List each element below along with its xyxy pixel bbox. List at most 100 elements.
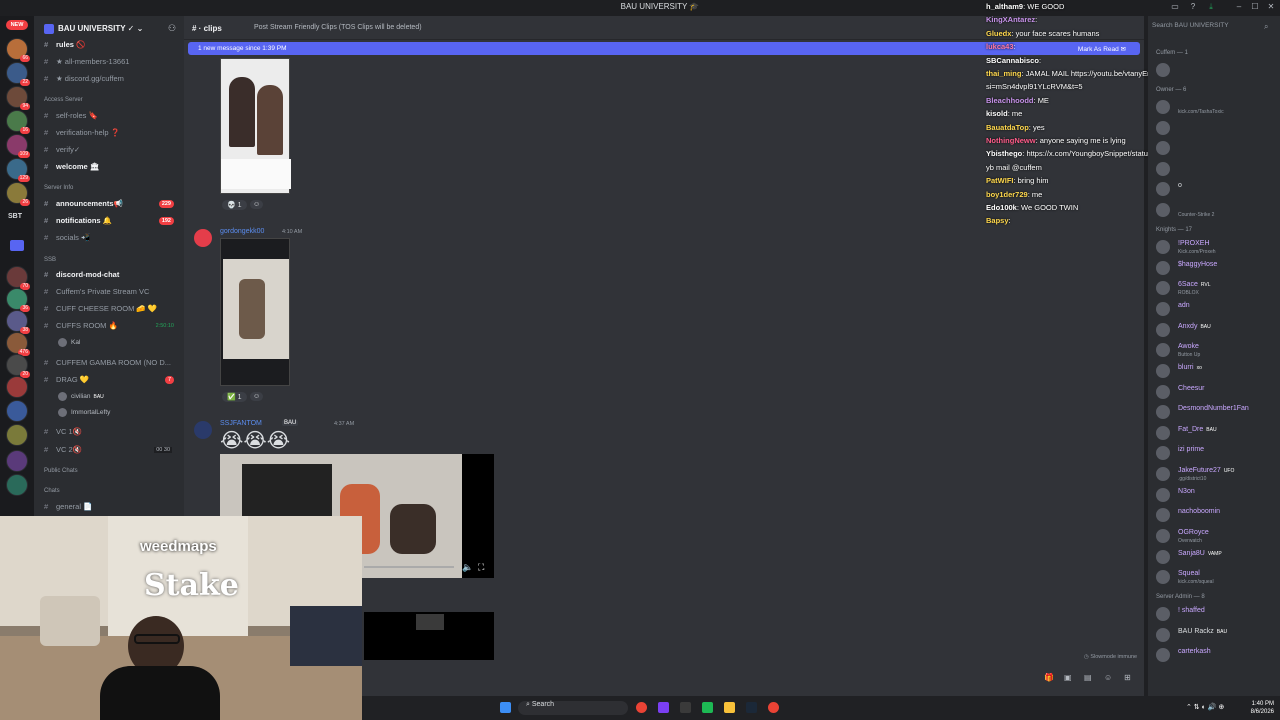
gift-icon[interactable]: 🎁 — [1044, 673, 1054, 682]
channel-category[interactable]: Public Chats — [44, 468, 78, 474]
member-item[interactable]: !PROXEH Kick.com/Proxeh — [1156, 239, 1278, 257]
server-icon[interactable]: 16 — [6, 110, 30, 134]
voice-user[interactable]: civilian BAU — [58, 392, 104, 401]
server-icon[interactable]: 38 — [6, 310, 30, 334]
channel-item[interactable]: # CUFFEM GAMBA ROOM (NO D... — [44, 358, 178, 372]
channel-item[interactable]: # announcements📢 229 — [44, 199, 178, 213]
channel-item[interactable]: # rules 🚫 — [44, 40, 178, 54]
channel-category[interactable]: SSB — [44, 257, 56, 263]
sticker-icon[interactable]: ▤ — [1084, 673, 1092, 682]
member-item[interactable]: JakeFuture27 UFO .gg/district10 — [1156, 466, 1278, 484]
channel-item[interactable]: # socials 📲 — [44, 233, 178, 247]
avatar[interactable] — [194, 229, 212, 247]
chrome-icon[interactable] — [636, 702, 647, 713]
emoji-icon[interactable]: ☺ — [1104, 673, 1112, 682]
channel-item[interactable]: # ★ all-members-13661 — [44, 57, 178, 71]
voice-user[interactable]: ImmortalLefty — [58, 408, 110, 417]
member-item[interactable]: Sanja8U VAMP — [1156, 549, 1278, 567]
video-player-2[interactable] — [364, 612, 494, 660]
channel-item[interactable]: # VC 1🔇 — [44, 427, 178, 441]
server-icon[interactable]: 22 — [6, 62, 30, 86]
member-item[interactable] — [1156, 161, 1278, 179]
server-icon[interactable]: 109 — [6, 134, 30, 158]
member-item[interactable] — [1156, 140, 1278, 158]
maximize-icon[interactable]: ☐ — [1248, 2, 1262, 14]
minimize-icon[interactable]: – — [1232, 2, 1246, 14]
steam-icon[interactable] — [746, 702, 757, 713]
fullscreen-icon[interactable]: ⛶ — [478, 562, 484, 573]
reaction-check[interactable]: ✅ 1 — [222, 392, 247, 402]
member-item[interactable]: ! shaffed — [1156, 606, 1278, 624]
member-item[interactable]: adn — [1156, 301, 1278, 319]
server-name[interactable]: BAU UNIVERSITY ✓ ⌄ — [58, 24, 143, 33]
channel-item[interactable]: # Cuffem's Private Stream VC — [44, 287, 178, 301]
channel-item[interactable]: # self-roles 🔖 — [44, 111, 178, 125]
member-item[interactable]: Squeal kick.com/squeal — [1156, 569, 1278, 587]
server-sbt[interactable]: SBT — [8, 213, 22, 220]
volume-icon[interactable]: 🔈 — [462, 562, 473, 573]
folder-icon[interactable] — [724, 702, 735, 713]
member-item[interactable]: Counter-Strike 2 — [1156, 202, 1278, 220]
apps-icon[interactable]: ⊞ — [1124, 673, 1131, 682]
member-item[interactable]: o — [1156, 181, 1278, 199]
server-icon[interactable]: 36 — [6, 288, 30, 312]
channel-category[interactable]: Server Info — [44, 185, 73, 191]
channel-item[interactable]: # CUFF CHEESE ROOM 🧀 💛 — [44, 304, 178, 318]
member-item[interactable]: carterkash — [1156, 647, 1278, 665]
member-item[interactable]: izi prime — [1156, 445, 1278, 463]
member-item[interactable]: nachoboomin — [1156, 507, 1278, 525]
channel-item[interactable]: # CUFFS ROOM 🔥 2:50:10 — [44, 321, 178, 335]
add-reaction-icon[interactable]: ☺ — [250, 392, 264, 401]
member-item[interactable]: DesmondNumber1Fan — [1156, 404, 1278, 422]
member-item[interactable]: N3on — [1156, 487, 1278, 505]
app-icon[interactable] — [702, 702, 713, 713]
server-icon[interactable]: 70 — [6, 266, 30, 290]
tray-icons[interactable]: ⌃ ⇅ ◐ 🔊 ⊕ — [1186, 703, 1224, 711]
member-item[interactable]: blurri xo — [1156, 363, 1278, 381]
server-icon[interactable]: 129 — [6, 158, 30, 182]
clock[interactable]: 1:40 PM 8/6/2026 — [1238, 700, 1274, 716]
server-icon[interactable] — [6, 424, 28, 446]
server-icon[interactable]: 476 — [6, 332, 30, 356]
member-item[interactable]: kick.com/TashaToxic — [1156, 99, 1278, 117]
server-icon[interactable]: 94 — [6, 86, 30, 110]
member-item[interactable]: BAU Rackz BAU — [1156, 627, 1278, 645]
server-icon[interactable]: 26 — [6, 182, 30, 206]
channel-item[interactable]: # general 📄 — [44, 502, 178, 516]
server-icon[interactable] — [6, 450, 28, 472]
channel-category[interactable]: Chats — [44, 488, 60, 494]
message-author[interactable]: gordongekk00 — [220, 228, 264, 235]
folder-icon[interactable] — [10, 240, 24, 251]
member-item[interactable]: $haggyHose — [1156, 260, 1278, 278]
app-icon[interactable] — [658, 702, 669, 713]
member-item[interactable]: Fat_Dre BAU — [1156, 425, 1278, 443]
search-input[interactable]: Search BAU UNIVERSITY — [1152, 22, 1274, 34]
message-author[interactable]: SSJFANTOM — [220, 420, 262, 427]
close-icon[interactable]: ✕ — [1264, 2, 1278, 14]
member-item[interactable] — [1156, 62, 1278, 80]
gif-icon[interactable]: ▣ — [1064, 673, 1072, 682]
app-icon[interactable] — [680, 702, 691, 713]
server-icon[interactable]: 20 — [6, 354, 30, 378]
video-progress[interactable] — [364, 566, 454, 568]
member-item[interactable]: Awoke Button Up — [1156, 342, 1278, 360]
server-icon[interactable] — [6, 376, 28, 398]
member-item[interactable] — [1156, 120, 1278, 138]
server-icon[interactable] — [6, 474, 28, 496]
member-item[interactable]: 6Sace RVL ROBLOX — [1156, 280, 1278, 298]
channel-category[interactable]: Access Server — [44, 97, 83, 103]
member-item[interactable]: Cheesur — [1156, 384, 1278, 402]
server-icon[interactable] — [6, 400, 28, 422]
channel-item[interactable]: # verify✓ — [44, 145, 178, 159]
avatar[interactable] — [194, 421, 212, 439]
channel-item[interactable]: # notifications 🔔 192 — [44, 216, 178, 230]
channel-item[interactable]: # verification-help ❓ — [44, 128, 178, 142]
mark-as-read-button[interactable]: Mark As Read ✉ — [1078, 45, 1126, 53]
download-icon[interactable]: ⤓ — [1204, 2, 1218, 14]
message-input-bar[interactable] — [364, 668, 1144, 690]
chrome-icon[interactable] — [768, 702, 779, 713]
channel-item[interactable]: # VC 2🔇 00 30 — [44, 445, 178, 459]
reaction-skull[interactable]: 💀 1 — [222, 200, 247, 210]
channel-item[interactable]: # discord-mod-chat — [44, 270, 178, 284]
add-friend-icon[interactable]: ⚇ — [168, 23, 176, 34]
